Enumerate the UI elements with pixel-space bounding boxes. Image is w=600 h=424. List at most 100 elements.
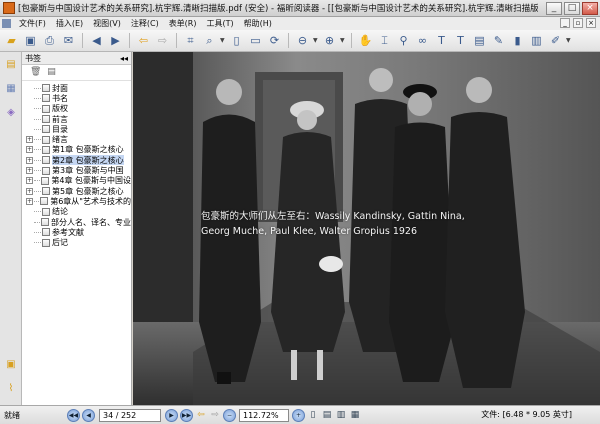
delete-bookmark-icon[interactable]: 🗑 bbox=[30, 67, 41, 78]
menu-form[interactable]: 表单(R) bbox=[164, 18, 202, 29]
snapshot-icon[interactable]: ⌗ bbox=[182, 32, 199, 49]
expand-icon[interactable]: + bbox=[26, 156, 33, 164]
zoom-dropdown-icon[interactable]: ▼ bbox=[220, 37, 226, 44]
stamp-icon[interactable]: ▥ bbox=[528, 32, 545, 49]
highlight-icon[interactable]: ▮ bbox=[509, 32, 526, 49]
bookmark-label: 第2章 包豪斯之核心 bbox=[52, 155, 124, 166]
zoom-tool-icon[interactable]: ⌕ bbox=[201, 32, 218, 49]
close-button[interactable]: × bbox=[582, 2, 598, 15]
bookmark-item[interactable]: + 绪言 bbox=[22, 134, 131, 144]
bookmark-item[interactable]: 部分人名、译名、专业 bbox=[22, 217, 131, 227]
bookmark-item[interactable]: + 第3章 包豪斯与中国 bbox=[22, 165, 131, 175]
doc-minimize-button[interactable]: _ bbox=[560, 18, 570, 28]
document-view[interactable]: 包豪斯的大师们从左至右：Wassily Kandinsky, Gattin Ni… bbox=[133, 52, 600, 405]
fit-page-icon[interactable]: ▯ bbox=[228, 32, 245, 49]
bookmark-item[interactable]: + 第2章 包豪斯之核心 bbox=[22, 155, 131, 166]
find-icon[interactable]: ⚲ bbox=[395, 32, 412, 49]
zoom-in-dropdown-icon[interactable]: ▼ bbox=[340, 37, 346, 44]
back-arrow-icon[interactable]: ⇦ bbox=[135, 32, 152, 49]
bookmark-item[interactable]: 书名 bbox=[22, 93, 131, 103]
expand-icon[interactable]: + bbox=[26, 136, 33, 144]
next-page-button[interactable]: ▶ bbox=[165, 408, 178, 422]
doc-close-button[interactable]: × bbox=[586, 18, 596, 28]
single-page-layout-icon[interactable]: ▯ bbox=[307, 409, 319, 421]
expand-icon[interactable]: + bbox=[26, 167, 33, 175]
email-icon[interactable]: ✉ bbox=[60, 32, 77, 49]
bookmarks-panel-header: 书签 ◂◂ bbox=[22, 52, 131, 65]
tree-connector bbox=[34, 200, 40, 202]
binoculars-icon[interactable]: ∞ bbox=[414, 32, 431, 49]
zoom-input[interactable]: 112.72% bbox=[239, 408, 289, 422]
typewriter-icon[interactable]: T bbox=[452, 32, 469, 49]
zoom-out-status-button[interactable]: − bbox=[223, 408, 236, 422]
zoom-out-dropdown-icon[interactable]: ▼ bbox=[313, 37, 319, 44]
paperclip-tab-icon[interactable]: ⌇ bbox=[3, 380, 19, 396]
pages-tab-icon[interactable]: ▦ bbox=[3, 80, 19, 96]
collapse-panel-icon[interactable]: ◂◂ bbox=[120, 52, 128, 65]
maximize-button[interactable]: □ bbox=[564, 2, 580, 15]
bookmark-options-icon[interactable]: ▤ bbox=[46, 67, 57, 78]
bookmark-item[interactable]: 目录 bbox=[22, 124, 131, 134]
bookmark-item[interactable]: + 第5章 包豪斯之核心 bbox=[22, 186, 131, 196]
zoom-in-status-button[interactable]: + bbox=[292, 408, 305, 422]
bookmark-item[interactable]: + 第1章 包豪斯之核心 bbox=[22, 145, 131, 155]
print-icon[interactable]: ⎙ bbox=[41, 32, 58, 49]
more-tools-dropdown-icon[interactable]: ▼ bbox=[566, 37, 572, 44]
bookmark-item[interactable]: 前言 bbox=[22, 114, 131, 124]
open-folder-icon[interactable]: ▰ bbox=[3, 32, 20, 49]
continuous-facing-layout-icon[interactable]: ▦ bbox=[349, 409, 361, 421]
first-page-button[interactable]: ◀◀ bbox=[67, 408, 80, 422]
bookmark-label: 版权 bbox=[52, 104, 68, 114]
expand-icon[interactable]: + bbox=[26, 177, 33, 185]
next-page-icon[interactable]: ▶ bbox=[107, 32, 124, 49]
save-icon[interactable]: ▣ bbox=[22, 32, 39, 49]
expand-icon[interactable]: + bbox=[26, 187, 33, 195]
go-forward-icon[interactable]: ⇨ bbox=[209, 409, 221, 421]
bookmark-item[interactable]: + 第4章 包豪斯与中国设 bbox=[22, 176, 131, 186]
tree-connector bbox=[34, 149, 41, 151]
rotate-icon[interactable]: ⟳ bbox=[266, 32, 283, 49]
bookmark-item[interactable]: 封面 bbox=[22, 83, 131, 93]
expand-icon[interactable]: + bbox=[26, 146, 33, 154]
bookmarks-tab-icon[interactable]: ▤ bbox=[3, 56, 19, 72]
note-icon[interactable]: ▤ bbox=[471, 32, 488, 49]
photo-caption: 包豪斯的大师们从左至右：Wassily Kandinsky, Gattin Ni… bbox=[201, 209, 600, 239]
zoom-out-icon[interactable]: ⊖ bbox=[294, 32, 311, 49]
select-text-icon[interactable]: ⌶ bbox=[376, 32, 393, 49]
page-number-input[interactable]: 34 / 252 bbox=[99, 408, 161, 422]
menu-comment[interactable]: 注释(C) bbox=[126, 18, 164, 29]
attachments-tab-icon[interactable]: ▣ bbox=[3, 356, 19, 372]
tree-connector bbox=[34, 87, 41, 89]
bookmark-page-icon bbox=[40, 197, 49, 206]
continuous-layout-icon[interactable]: ▤ bbox=[321, 409, 333, 421]
facing-layout-icon[interactable]: ▥ bbox=[335, 409, 347, 421]
bookmark-item[interactable]: 版权 bbox=[22, 104, 131, 114]
menu-tools[interactable]: 工具(T) bbox=[202, 18, 239, 29]
menu-view[interactable]: 视图(V) bbox=[88, 18, 126, 29]
zoom-in-icon[interactable]: ⊕ bbox=[321, 32, 338, 49]
expand-icon[interactable]: + bbox=[26, 197, 33, 205]
fit-width-icon[interactable]: ▭ bbox=[247, 32, 264, 49]
layers-tab-icon[interactable]: ◈ bbox=[3, 104, 19, 120]
bookmark-page-icon bbox=[42, 187, 50, 196]
forward-arrow-icon[interactable]: ⇨ bbox=[154, 32, 171, 49]
bookmark-item[interactable]: 结论 bbox=[22, 207, 131, 217]
bookmark-item[interactable]: 后记 bbox=[22, 237, 131, 247]
bookmark-item[interactable]: + 第6章从"艺术与技术的 bbox=[22, 196, 131, 206]
minimize-button[interactable]: _ bbox=[546, 2, 562, 15]
document-menu-icon[interactable] bbox=[2, 19, 11, 28]
last-page-button[interactable]: ▶▶ bbox=[180, 408, 193, 422]
edit-icon[interactable]: ✐ bbox=[547, 32, 564, 49]
hand-tool-icon[interactable]: ✋ bbox=[357, 32, 374, 49]
textbox-icon[interactable]: T bbox=[433, 32, 450, 49]
pencil-icon[interactable]: ✎ bbox=[490, 32, 507, 49]
menu-insert[interactable]: 插入(E) bbox=[51, 18, 88, 29]
prev-page-button[interactable]: ◀ bbox=[82, 408, 95, 422]
go-back-icon[interactable]: ⇦ bbox=[195, 409, 207, 421]
menu-file[interactable]: 文件(F) bbox=[14, 18, 51, 29]
doc-restore-button[interactable]: ▫ bbox=[573, 18, 583, 28]
tree-connector bbox=[33, 221, 40, 223]
previous-page-icon[interactable]: ◀ bbox=[88, 32, 105, 49]
bookmark-item[interactable]: 参考文献 bbox=[22, 227, 131, 237]
menu-help[interactable]: 帮助(H) bbox=[239, 18, 277, 29]
